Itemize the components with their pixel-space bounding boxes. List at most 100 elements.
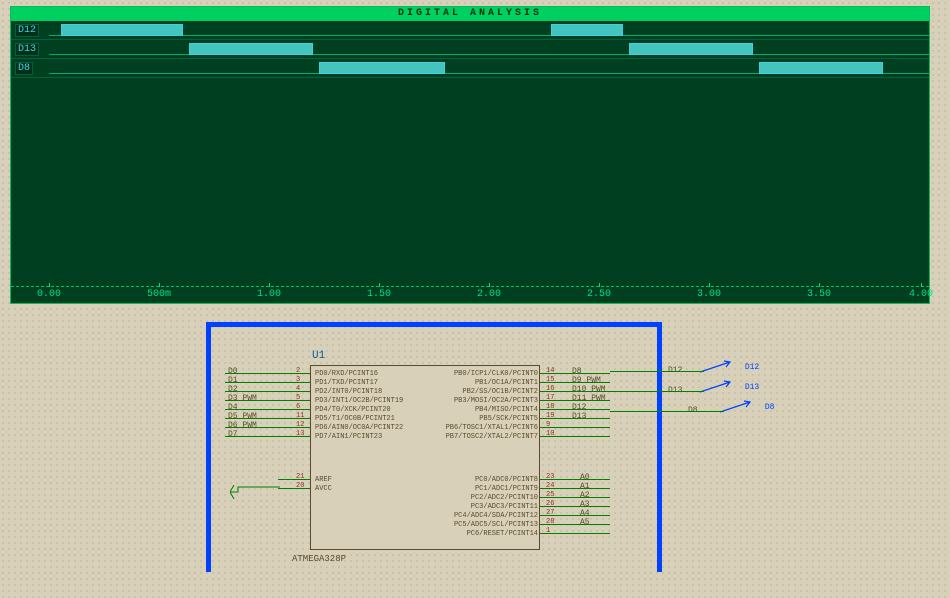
net-label: D9_PWM <box>572 376 601 385</box>
probe-label: D13 <box>745 383 759 392</box>
pin-wire <box>540 497 610 498</box>
pin-function: PB6/TOSC1/XTAL1/PCINT6 <box>428 424 538 433</box>
net-label: D8 <box>572 367 582 376</box>
tick: 0.00 <box>37 289 61 300</box>
trace-baseline <box>49 54 929 55</box>
net-label: D5_PWM <box>228 412 257 421</box>
probe-d13[interactable]: D13 <box>700 380 759 394</box>
net-label: A0 <box>580 473 590 482</box>
pin-wire <box>540 524 610 525</box>
tick: 4.00 <box>909 289 933 300</box>
pin-function: PD5/T1/OC0B/PCINT21 <box>315 415 423 424</box>
probe-label: D8 <box>765 403 775 412</box>
pin-function: PD0/RXD/PCINT16 <box>315 370 423 379</box>
bus-top <box>206 322 662 327</box>
probe-wire <box>610 371 704 372</box>
net-label: D10_PWM <box>572 385 606 394</box>
pin-function: PC5/ADC5/SCL/PCINT13 <box>428 521 538 530</box>
probe-d8[interactable]: D8 <box>720 400 774 414</box>
pin-function: PB5/SCK/PCINT5 <box>428 415 538 424</box>
pin-function: PB1/OC1A/PCINT1 <box>428 379 538 388</box>
net-label: D1 <box>228 376 238 385</box>
net-label: D0 <box>228 367 238 376</box>
tick: 500m <box>147 289 171 300</box>
pin-wire <box>540 427 610 428</box>
trace-label-d13: D13 <box>15 43 39 56</box>
pin-function: AREF <box>315 476 423 485</box>
bus-left <box>206 322 211 572</box>
net-label: D4 <box>228 403 238 412</box>
net-label: D3_PWM <box>228 394 257 403</box>
tick: 2.00 <box>477 289 501 300</box>
pin-number: 4 <box>296 385 300 393</box>
pulse <box>189 43 313 55</box>
pulse <box>759 62 883 74</box>
net-label: D2 <box>228 385 238 394</box>
pin-function: PC3/ADC3/PCINT11 <box>428 503 538 512</box>
probe-wire <box>610 411 724 412</box>
pin-function: PC2/ADC2/PCINT10 <box>428 494 538 503</box>
trace-label-d8: D8 <box>15 62 33 75</box>
analysis-title: DIGITAL ANALYSIS <box>11 7 929 21</box>
pin-wire <box>540 436 610 437</box>
digital-analysis-panel[interactable]: DIGITAL ANALYSIS D12 D13 D8 0.00 500m 1.… <box>10 6 930 304</box>
tick: 2.50 <box>587 289 611 300</box>
pin-wire <box>540 488 610 489</box>
pin-function: PD4/T0/XCK/PCINT20 <box>315 406 423 415</box>
analysis-body[interactable]: D12 D13 D8 <box>11 21 929 287</box>
pin-function: PD1/TXD/PCINT17 <box>315 379 423 388</box>
schematic-area[interactable]: U1 ATMEGA328P D02PD0/RXD/PCINT16D13PD1/T… <box>0 310 950 598</box>
pin-number: 5 <box>296 394 300 402</box>
pin-function: PB3/MOSI/OC2A/PCINT3 <box>428 397 538 406</box>
bus-right <box>657 322 662 572</box>
pulse <box>61 24 183 36</box>
net-label: A3 <box>580 500 590 509</box>
pin-function: PD7/AIN1/PCINT23 <box>315 433 423 442</box>
trace-d13[interactable]: D13 <box>11 40 929 59</box>
probe-d12[interactable]: D12 <box>700 360 759 374</box>
net-label: D13 <box>572 412 586 421</box>
pin-function: PD6/AIN0/OC0A/PCINT22 <box>315 424 423 433</box>
pulse <box>551 24 623 36</box>
pin-function: PD3/INT1/OC2B/PCINT19 <box>315 397 423 406</box>
chip-reference: U1 <box>312 350 325 362</box>
pin-wire <box>540 533 610 534</box>
pin-number: 21 <box>296 473 304 481</box>
pulse <box>629 43 753 55</box>
probe-wire <box>610 391 704 392</box>
pin-function: PC1/ADC1/PCINT9 <box>428 485 538 494</box>
trace-d8[interactable]: D8 <box>11 59 929 78</box>
net-label: A2 <box>580 491 590 500</box>
pin-function: PD2/INT0/PCINT18 <box>315 388 423 397</box>
probe-label: D12 <box>745 363 759 372</box>
pin-wire <box>540 506 610 507</box>
net-label: D12 <box>572 403 586 412</box>
pin-function: PB2/SS/OC1B/PCINT2 <box>428 388 538 397</box>
ground-icon <box>230 485 280 504</box>
pin-function: PC6/RESET/PCINT14 <box>428 530 538 539</box>
pulse <box>319 62 445 74</box>
net-label: D7 <box>228 430 238 439</box>
pin-function: PC4/ADC4/SDA/PCINT12 <box>428 512 538 521</box>
net-label: D11_PWM <box>572 394 606 403</box>
pin-wire <box>540 515 610 516</box>
pin-function: PB4/MISO/PCINT4 <box>428 406 538 415</box>
pin-number: 3 <box>296 376 300 384</box>
net-label: A4 <box>580 509 590 518</box>
pin-number: 2 <box>296 367 300 375</box>
pin-number: 11 <box>296 412 304 420</box>
net-label: A1 <box>580 482 590 491</box>
net-label: A5 <box>580 518 590 527</box>
tick: 3.50 <box>807 289 831 300</box>
pin-number: 12 <box>296 421 304 429</box>
pin-wire <box>278 488 310 489</box>
pin-number: 13 <box>296 430 304 438</box>
tick: 1.00 <box>257 289 281 300</box>
trace-d12[interactable]: D12 <box>11 21 929 40</box>
chip-model: ATMEGA328P <box>292 554 346 564</box>
pin-function: PC0/ADC0/PCINT8 <box>428 476 538 485</box>
pin-wire <box>540 479 610 480</box>
pin-function: PB7/TOSC2/XTAL2/PCINT7 <box>428 433 538 442</box>
tick: 1.50 <box>367 289 391 300</box>
net-label: D6_PWM <box>228 421 257 430</box>
